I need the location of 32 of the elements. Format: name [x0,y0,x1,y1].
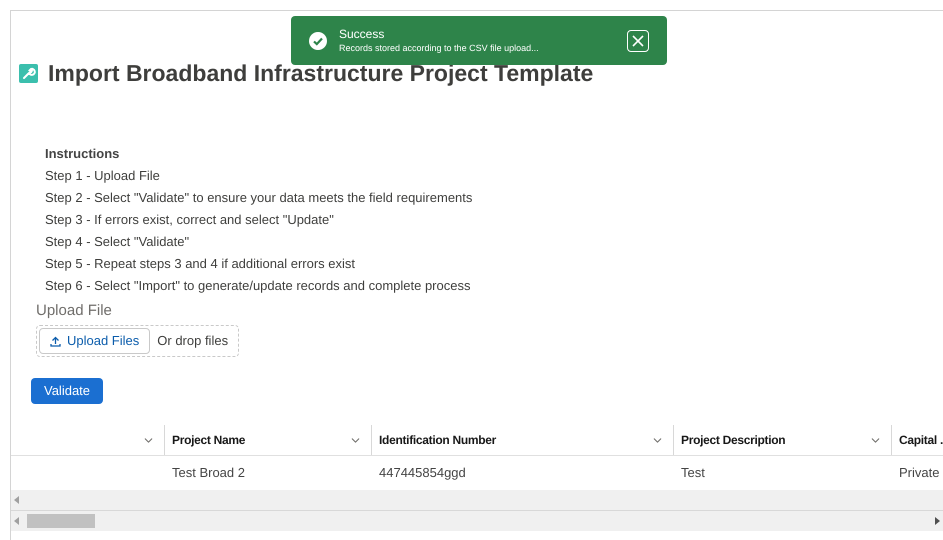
upload-files-button[interactable]: Upload Files [39,328,150,354]
horizontal-scrollbar[interactable] [11,511,943,531]
toast-message: Records stored according to the CSV file upload... [339,42,540,54]
drop-hint: Or drop files [157,332,228,350]
instruction-step: Step 5 - Repeat steps 3 and 4 if additional errors exist [45,253,943,275]
drop-zone[interactable]: Upload Files Or drop files [36,325,240,357]
toast-title: Success [339,27,386,42]
column-header[interactable]: Project Name [164,425,371,455]
table-cell-text: Test Broad 2 [172,464,245,482]
inner-scrollbar[interactable] [11,490,943,511]
instruction-step: Step 2 - Select "Validate" to ensure your data meets the field requirements [45,187,943,209]
scrollbar-thumb[interactable] [27,514,95,528]
table-cell-text: Private [899,464,940,482]
upload-icon [50,336,61,346]
close-button[interactable] [627,30,649,52]
wrench-icon [19,64,38,82]
table-cell-text: 447445854ggd [379,464,466,482]
column-header[interactable]: Project Description [673,425,891,455]
upload-label: Upload File [36,301,112,321]
page-title: Import Broadband Infrastructure Project Template [48,60,594,86]
instruction-step: Step 3 - If errors exist, correct and select "Update" [45,209,943,231]
column-header[interactable]: Capital . [891,425,943,455]
column-header[interactable]: Identification Number [371,425,673,455]
table-cell-text: Test [681,464,705,482]
close-icon[interactable] [631,34,645,48]
instruction-step: Step 1 - Upload File [45,165,943,187]
validate-button[interactable]: Validate [31,378,104,404]
check-circle-icon [309,32,327,50]
right-arrow-icon[interactable] [934,517,940,525]
instruction-step: Step 4 - Select "Validate" [45,231,943,253]
instructions-heading: Instructions [45,145,120,163]
instruction-step: Step 6 - Select "Import" to generate/update records and complete process [45,275,943,297]
